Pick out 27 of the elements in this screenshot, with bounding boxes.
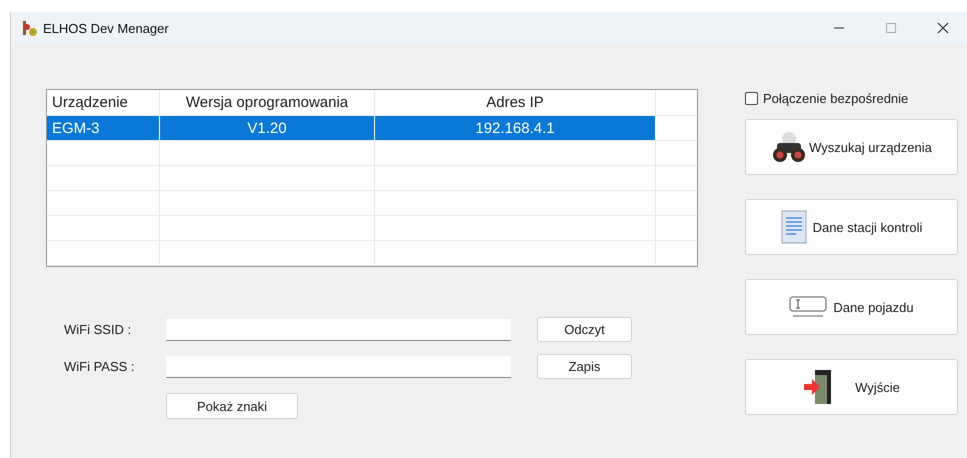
close-icon[interactable] [937,22,949,34]
table-row[interactable]: EGM-3 V1.20 192.168.4.1 [47,116,697,141]
action-button[interactable]: Odczyt [537,317,632,342]
table-cell: EGM-3 [47,116,160,140]
document-icon [780,210,807,244]
app-icon [21,19,39,37]
action-button[interactable]: Dane stacji kontroli [745,199,958,255]
input-field[interactable] [166,356,511,378]
action-button[interactable]: Wyjście [745,359,958,415]
field-label: WiFi SSID : [64,322,132,337]
show-characters-button[interactable]: Pokaż znaki [166,393,298,419]
action-button[interactable]: Zapis [537,354,632,379]
checkbox-label: Połączenie bezpośrednie [763,90,908,106]
column-header[interactable]: Adres IP [375,90,656,115]
action-button[interactable]: Wyszukaj urządzenia [745,119,958,175]
window-title: ELHOS Dev Menager [43,20,169,36]
field-label: WiFi PASS : [64,359,136,374]
text-field-icon [789,295,828,319]
table-cell: V1.20 [160,116,375,140]
column-header[interactable]: Urządzenie [47,90,160,115]
column-header[interactable]: Wersja oprogramowania [160,90,375,115]
table-cell: 192.168.4.1 [375,116,656,140]
checkbox[interactable] [745,92,758,104]
exit-icon [803,369,834,405]
action-button[interactable]: Dane pojazdu [745,279,958,335]
input-field[interactable] [166,318,511,340]
binoculars-icon [771,131,808,163]
